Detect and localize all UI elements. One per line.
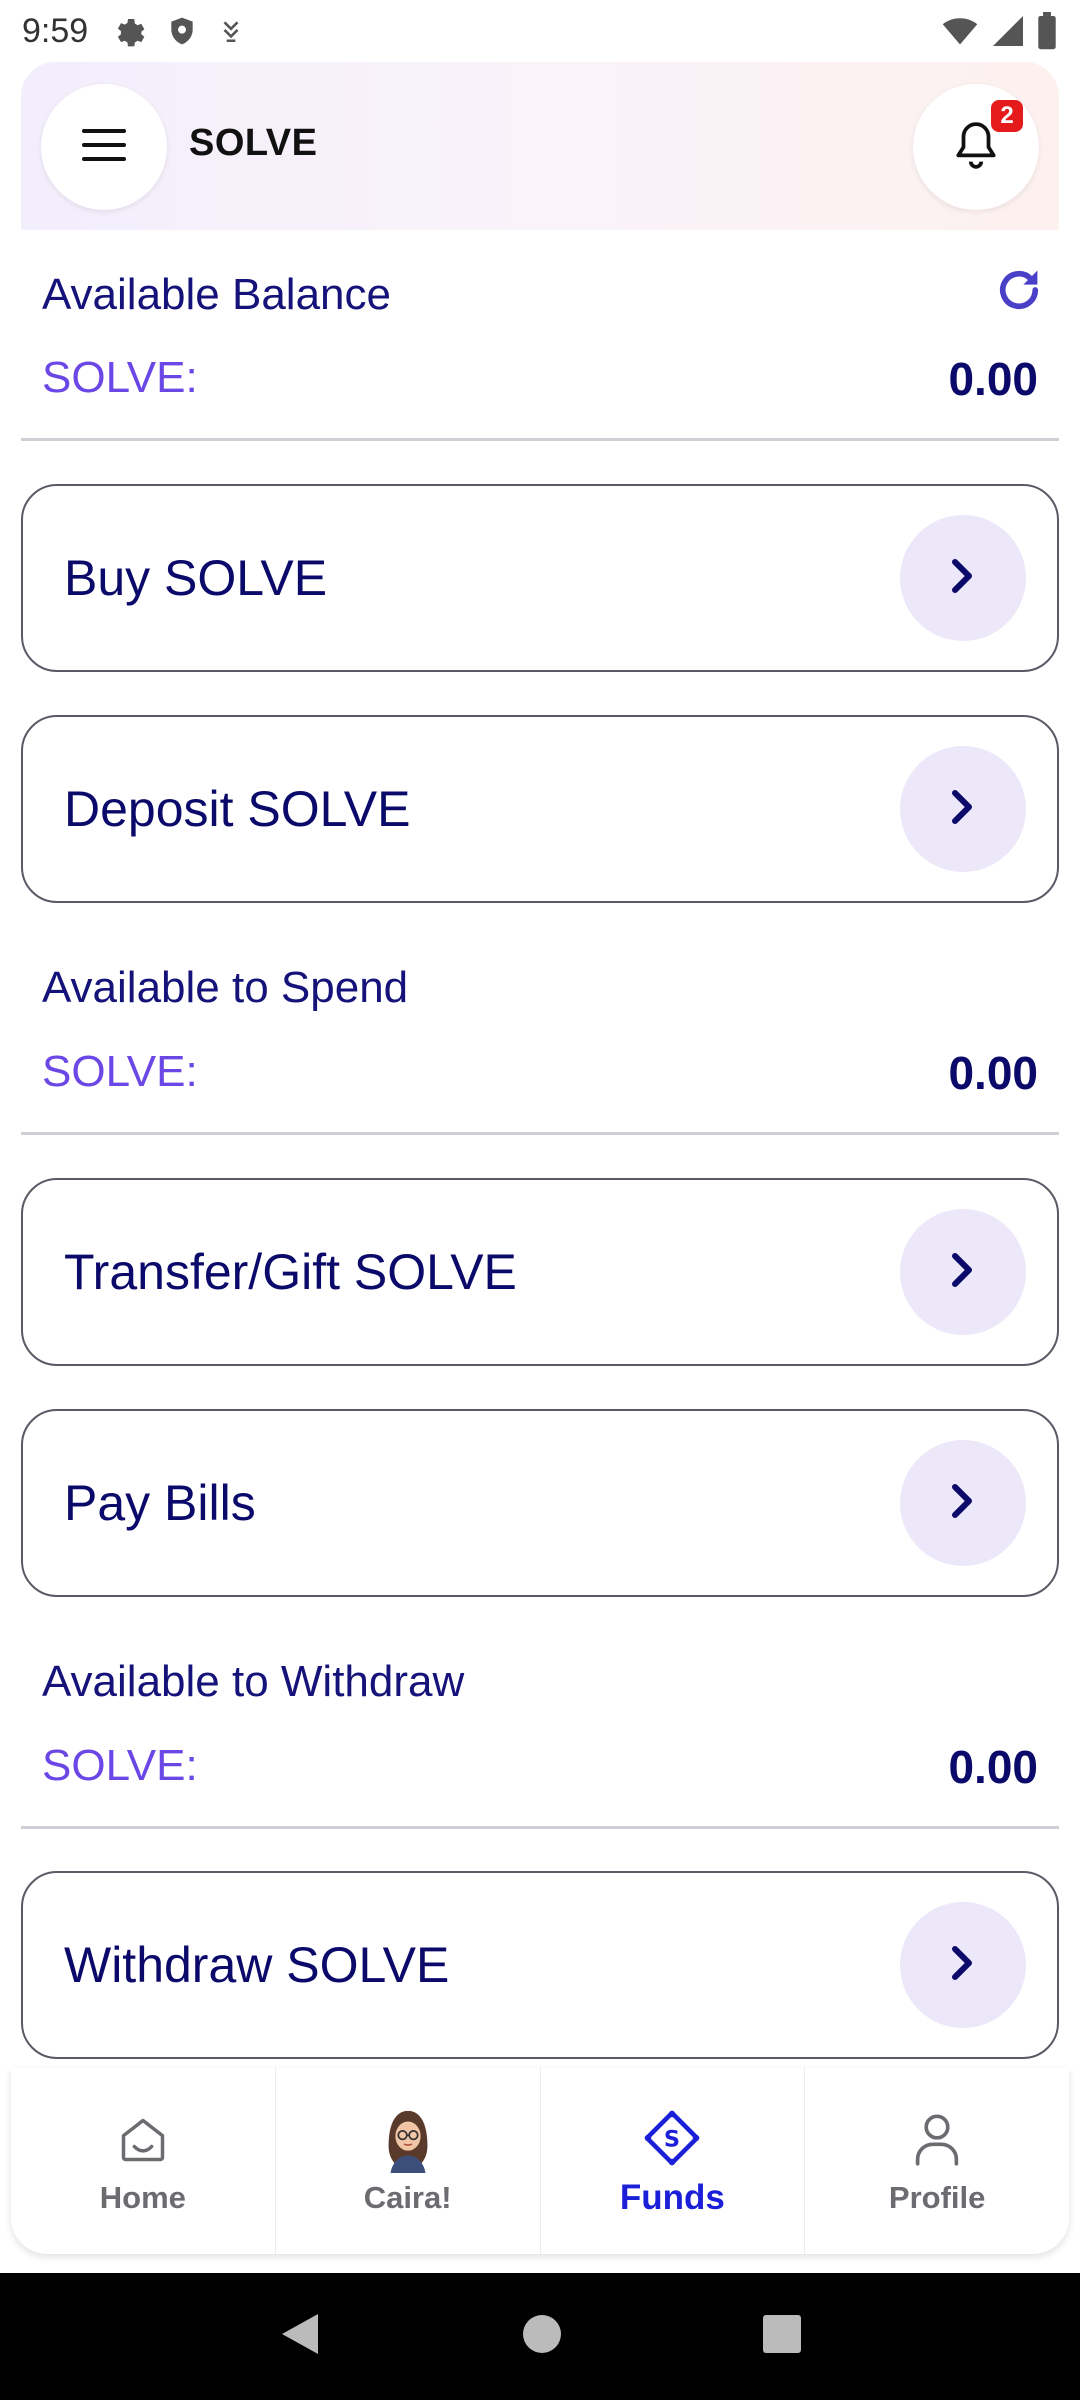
spend-currency-label: SOLVE:: [42, 1047, 198, 1096]
notifications-button[interactable]: 2: [913, 84, 1039, 210]
withdraw-solve-button[interactable]: Withdraw SOLVE: [21, 1871, 1059, 2059]
signal-icon: [990, 13, 1026, 49]
nav-item-profile[interactable]: Profile: [805, 2068, 1069, 2254]
nav-label-profile: Profile: [888, 2180, 986, 2215]
chevron-right-icon: [949, 1481, 977, 1526]
withdraw-currency-label: SOLVE:: [42, 1741, 198, 1790]
divider: [21, 438, 1059, 441]
recents-icon[interactable]: [762, 2314, 802, 2359]
nav-label-home: Home: [99, 2180, 186, 2215]
wifi-icon: [940, 13, 980, 49]
chevron-right-icon: [949, 1250, 977, 1295]
available-balance-title: Available Balance: [42, 270, 391, 319]
spend-value: 0.00: [948, 1047, 1038, 1099]
pay-bills-button[interactable]: Pay Bills: [21, 1409, 1059, 1597]
notification-badge: 2: [991, 100, 1023, 132]
nav-item-funds[interactable]: S Funds: [541, 2068, 806, 2254]
status-icons-left: [112, 14, 244, 48]
transfer-gift-solve-button[interactable]: Transfer/Gift SOLVE: [21, 1178, 1059, 1366]
shield-icon: [166, 14, 198, 48]
balance-value: 0.00: [948, 353, 1038, 405]
buy-solve-label: Buy SOLVE: [64, 550, 328, 606]
withdraw-value: 0.00: [948, 1741, 1038, 1793]
chevron-right-icon: [949, 787, 977, 832]
buy-solve-button[interactable]: Buy SOLVE: [21, 484, 1059, 672]
pay-bills-label: Pay Bills: [64, 1475, 256, 1531]
app-title: SOLVE: [189, 122, 318, 164]
status-time: 9:59: [22, 11, 89, 50]
app-header: SOLVE 2: [21, 62, 1059, 230]
available-to-withdraw-section: Available to Withdraw SOLVE: 0.00: [21, 1617, 1059, 1829]
nav-item-home[interactable]: Home: [11, 2068, 276, 2254]
available-to-spend-title: Available to Spend: [42, 963, 409, 1012]
chevron-right-icon: [949, 1943, 977, 1988]
pay-bills-arrow[interactable]: [900, 1440, 1026, 1566]
buy-solve-arrow[interactable]: [900, 515, 1026, 641]
divider: [21, 1132, 1059, 1135]
menu-button[interactable]: [41, 84, 167, 210]
transfer-gift-solve-label: Transfer/Gift SOLVE: [64, 1244, 517, 1300]
bottom-nav: Home Caira! S Funds Profile: [11, 2068, 1069, 2254]
battery-icon: [1036, 12, 1058, 50]
profile-icon: [911, 2106, 963, 2174]
deposit-solve-arrow[interactable]: [900, 746, 1026, 872]
settings-icon: [112, 14, 146, 48]
system-nav-bar: [0, 2273, 1080, 2400]
caira-avatar: [380, 2106, 436, 2174]
available-balance-section: Available Balance SOLVE: 0.00: [21, 230, 1059, 442]
home-circle-icon[interactable]: [522, 2314, 562, 2359]
withdraw-solve-arrow[interactable]: [900, 1902, 1026, 2028]
nav-label-funds: Funds: [619, 2178, 725, 2217]
withdraw-solve-label: Withdraw SOLVE: [64, 1937, 450, 1993]
divider: [21, 1826, 1059, 1829]
transfer-gift-solve-arrow[interactable]: [900, 1209, 1026, 1335]
back-icon[interactable]: [278, 2310, 322, 2363]
svg-text:S: S: [664, 2127, 680, 2153]
refresh-icon[interactable]: [993, 264, 1045, 321]
status-icons-right: [940, 12, 1058, 50]
download-icon: [218, 16, 244, 46]
deposit-solve-label: Deposit SOLVE: [64, 781, 411, 837]
home-icon: [117, 2106, 169, 2174]
nav-item-caira[interactable]: Caira!: [276, 2068, 541, 2254]
status-bar: 9:59: [0, 0, 1080, 62]
available-to-withdraw-title: Available to Withdraw: [42, 1657, 465, 1706]
nav-label-caira: Caira!: [363, 2180, 452, 2215]
hamburger-menu-icon: [80, 125, 128, 170]
funds-icon: S: [642, 2104, 702, 2172]
balance-currency-label: SOLVE:: [42, 353, 198, 402]
deposit-solve-button[interactable]: Deposit SOLVE: [21, 715, 1059, 903]
available-to-spend-section: Available to Spend SOLVE: 0.00: [21, 923, 1059, 1135]
chevron-right-icon: [949, 556, 977, 601]
